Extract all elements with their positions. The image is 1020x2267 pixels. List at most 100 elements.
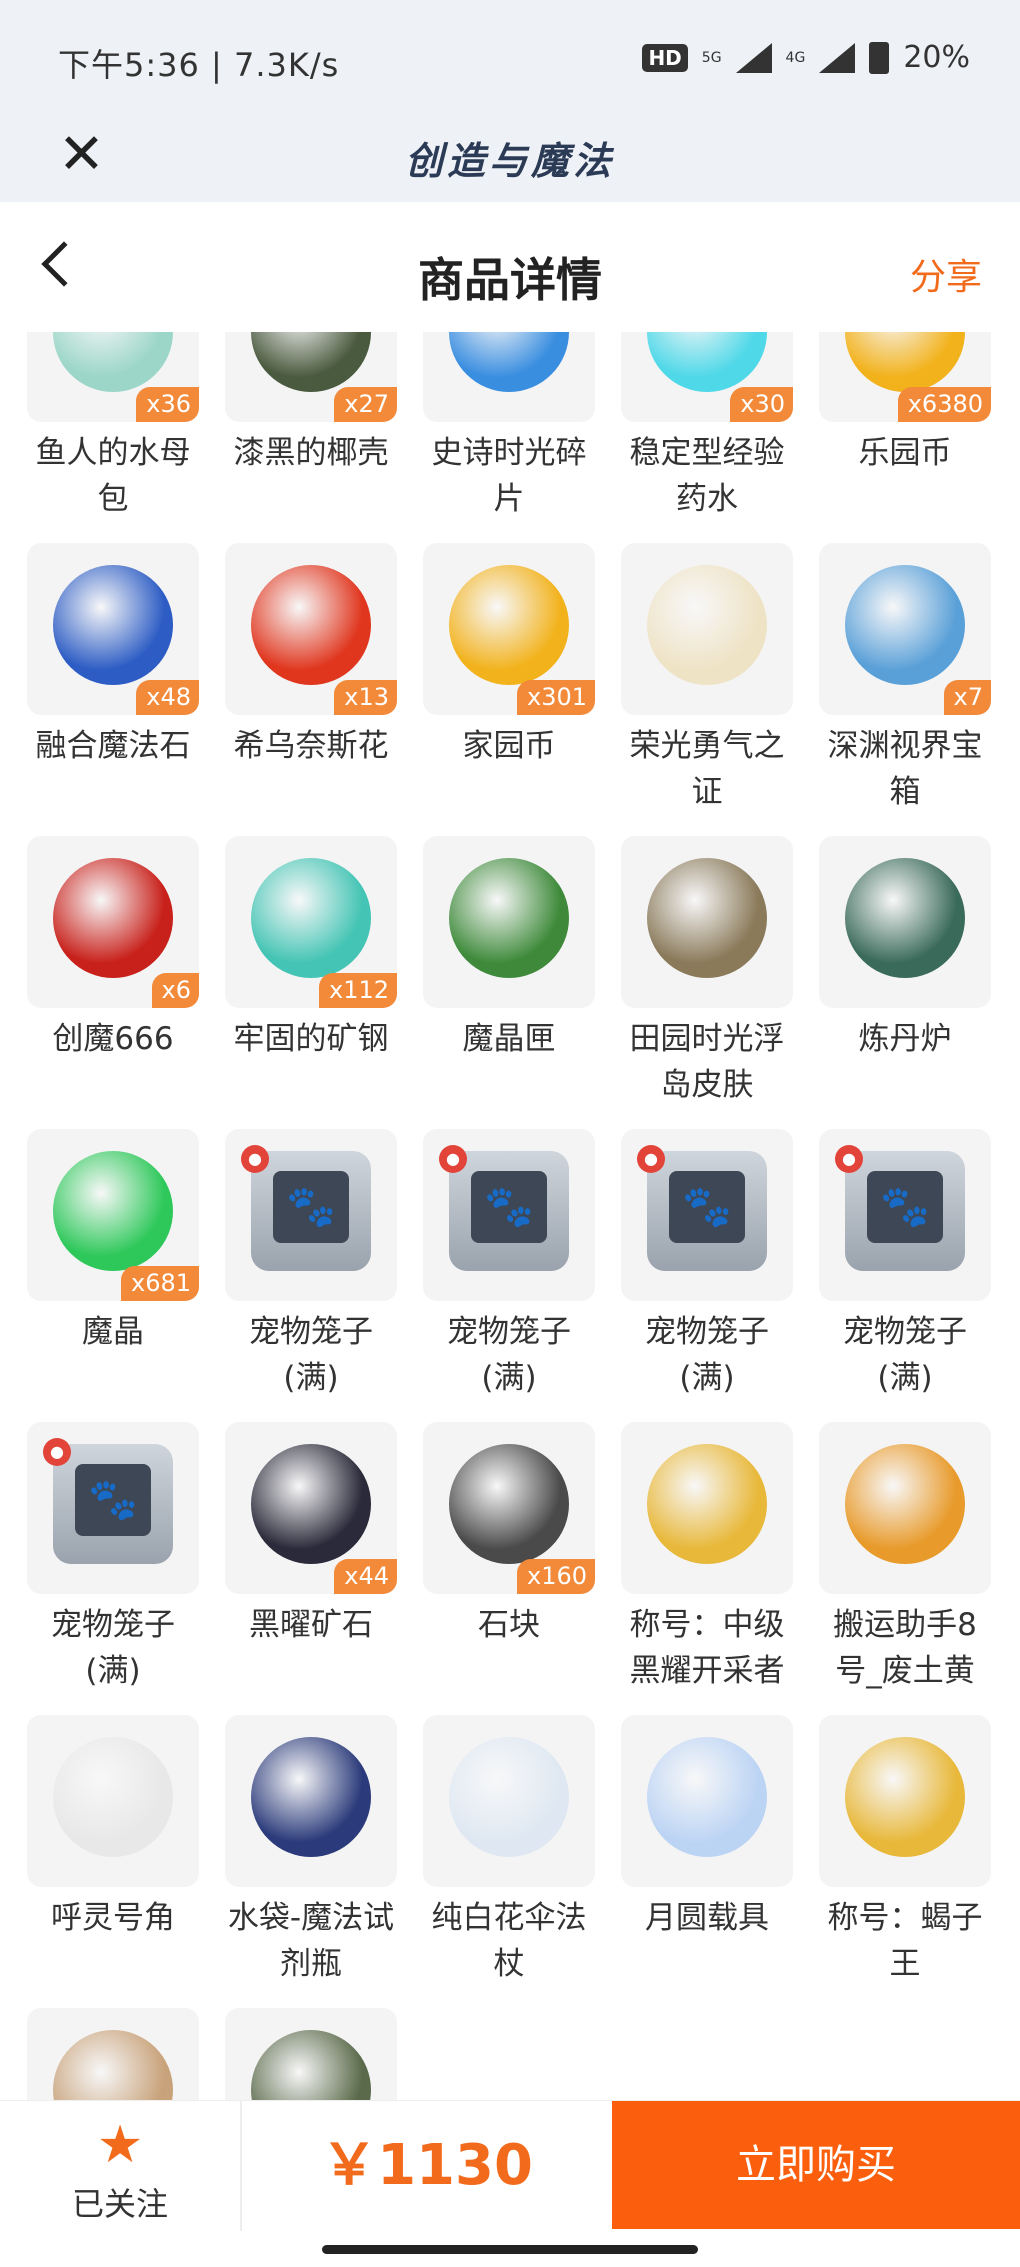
item-card[interactable]: x48 融合魔法石: [27, 543, 199, 769]
item-quantity: x681: [120, 1266, 199, 1301]
item-card[interactable]: 田园时光浮岛皮肤: [621, 836, 793, 1108]
item-card[interactable]: x301 家园币: [423, 543, 595, 769]
crystal-ore-icon: [251, 858, 371, 978]
item-name: 纯白花伞法杖: [431, 1900, 587, 1982]
glory-emblem-icon: [647, 565, 767, 685]
coconut-shell-icon: [251, 332, 371, 392]
paw-badge-icon: ●: [43, 1438, 71, 1466]
item-name: 月圆载具: [645, 1900, 769, 1936]
item-name: 魔晶匣: [462, 1021, 556, 1057]
item-card[interactable]: 呼灵号角: [27, 1715, 199, 1941]
item-thumbnail: x112: [225, 836, 397, 1008]
item-name: 黑曜矿石: [249, 1607, 373, 1643]
item-name: 家园币: [462, 728, 556, 764]
item-thumbnail: 🐾 ●: [819, 1129, 991, 1301]
title-badge-icon: [647, 1444, 767, 1564]
item-quantity: x7: [943, 680, 991, 715]
item-quantity: x13: [334, 680, 397, 715]
item-name: 牢固的矿钢: [233, 1021, 389, 1057]
magic-stone-icon: [53, 565, 173, 685]
item-card[interactable]: 🐾 ● 宠物笼子(满): [819, 1129, 991, 1401]
item-card[interactable]: 史诗时光碎片: [423, 332, 595, 522]
item-thumbnail: [621, 1422, 793, 1594]
item-name: 田园时光浮岛皮肤: [629, 1021, 785, 1103]
item-card[interactable]: 🐾 ● 宠物笼子(满): [423, 1129, 595, 1401]
item-card[interactable]: x27 漆黑的椰壳: [225, 332, 397, 476]
item-grid-viewport[interactable]: x36 鱼人的水母包 x27 漆黑的椰壳 史诗时光碎片 x30 稳定型经验药水 x6380 乐园…: [0, 332, 1020, 2100]
item-card[interactable]: 搬运助手8号_废土黄: [819, 1422, 991, 1694]
card-666-icon: [53, 858, 173, 978]
buy-now-button[interactable]: 立即购买: [612, 2101, 1020, 2229]
net-4g-label: 4G: [785, 49, 806, 66]
signal-4g-icon: [819, 42, 856, 73]
item-name: 史诗时光碎片: [431, 435, 587, 517]
item-card[interactable]: x13 希乌奈斯花: [225, 543, 397, 769]
net-5g-label: 5G: [701, 49, 722, 66]
item-name: 石块: [478, 1607, 540, 1643]
item-thumbnail: 🐾 ●: [423, 1129, 595, 1301]
item-card[interactable]: x30 稳定型经验药水: [621, 332, 793, 522]
item-thumbnail: x48: [27, 543, 199, 715]
item-thumbnail: x36: [27, 332, 199, 422]
item-card[interactable]: x112 牢固的矿钢: [225, 836, 397, 1062]
item-name: 宠物笼子(满): [249, 1314, 373, 1396]
paw-badge-icon: ●: [241, 1145, 269, 1173]
item-name: 稳定型经验药水: [629, 435, 785, 517]
share-button[interactable]: 分享: [910, 248, 982, 300]
item-card[interactable]: x6380 乐园币: [819, 332, 991, 476]
item-name: 深渊视界宝箱: [827, 728, 983, 810]
item-card[interactable]: 称号：中级黑耀开采者: [621, 1422, 793, 1694]
item-card[interactable]: 月圆载具: [621, 1715, 793, 1941]
item-card[interactable]: 水袋-魔法试剂瓶: [225, 1715, 397, 1987]
item-name: 水袋-魔法试剂瓶: [227, 1900, 395, 1982]
item-card[interactable]: x7 深渊视界宝箱: [819, 543, 991, 815]
battery-level: 20%: [903, 40, 970, 75]
item-thumbnail: [225, 1715, 397, 1887]
item-card[interactable]: 荣光勇气之证: [621, 543, 793, 815]
item-thumbnail: [819, 836, 991, 1008]
item-card[interactable]: 🐾 ● 宠物笼子(满): [27, 1422, 199, 1694]
paw-badge-icon: ●: [439, 1145, 467, 1173]
item-card[interactable]: [225, 2008, 397, 2100]
robot-helper-icon: [845, 1444, 965, 1564]
ammo-crate-icon: [251, 2030, 371, 2100]
item-thumbnail: x6380: [819, 332, 991, 422]
item-card[interactable]: 称号：蝎子王: [819, 1715, 991, 1987]
item-thumbnail: x160: [423, 1422, 595, 1594]
item-card[interactable]: 炼丹炉: [819, 836, 991, 1062]
item-card[interactable]: x36 鱼人的水母包: [27, 332, 199, 522]
star-icon: ★: [96, 2115, 144, 2175]
item-name: 称号：中级黑耀开采者: [629, 1607, 785, 1689]
item-card[interactable]: 魔晶匣: [423, 836, 595, 1062]
item-card[interactable]: x160 石块: [423, 1422, 595, 1648]
item-thumbnail: [621, 1715, 793, 1887]
item-thumbnail: [819, 1422, 991, 1594]
exp-potion-icon: [647, 332, 767, 392]
item-card[interactable]: 纯白花伞法杖: [423, 1715, 595, 1987]
magic-flask-icon: [251, 1737, 371, 1857]
item-thumbnail: x27: [225, 332, 397, 422]
item-quantity: x6: [151, 973, 199, 1008]
home-indicator[interactable]: [322, 2245, 698, 2254]
item-card[interactable]: x681 魔晶: [27, 1129, 199, 1355]
item-card[interactable]: x6 创魔666: [27, 836, 199, 1062]
signal-5g-icon: [735, 42, 772, 73]
item-card[interactable]: [27, 2008, 199, 2100]
item-quantity: x30: [730, 387, 793, 422]
floating-island-icon: [647, 858, 767, 978]
red-flower-icon: [251, 565, 371, 685]
green-chest-icon: [449, 858, 569, 978]
item-quantity: x112: [318, 973, 397, 1008]
follow-button[interactable]: ★ 已关注: [0, 2101, 242, 2231]
umbrella-staff-icon: [449, 1737, 569, 1857]
item-card[interactable]: x44 黑曜矿石: [225, 1422, 397, 1648]
item-thumbnail: x44: [225, 1422, 397, 1594]
item-name: 漆黑的椰壳: [233, 435, 389, 471]
horn-icon: [53, 1737, 173, 1857]
item-thumbnail: [621, 543, 793, 715]
item-name: 炼丹炉: [858, 1021, 952, 1057]
item-card[interactable]: 🐾 ● 宠物笼子(满): [621, 1129, 793, 1401]
status-bar: 下午5:36 | 7.3K/s HD 5G 4G 20%: [0, 0, 1020, 120]
item-card[interactable]: 🐾 ● 宠物笼子(满): [225, 1129, 397, 1401]
envelope-icon: [53, 2030, 173, 2100]
